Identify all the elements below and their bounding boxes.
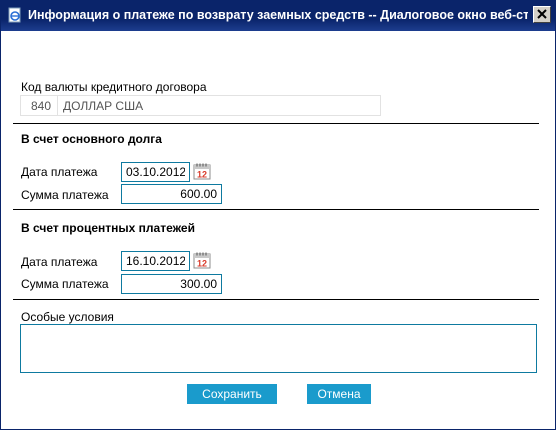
interest-amount-label: Сумма платежа (21, 277, 109, 291)
interest-date-input[interactable] (121, 251, 190, 271)
title-bar[interactable]: Информация о платеже по возврату заемных… (1, 1, 555, 31)
principal-calendar-button[interactable]: 12 (193, 162, 211, 180)
conditions-label: Особые условия (21, 310, 114, 324)
calendar-icon: 12 (193, 163, 211, 180)
cancel-button[interactable]: Отмена (307, 384, 371, 404)
interest-amount-input[interactable] (121, 274, 222, 294)
divider (13, 299, 539, 300)
divider (13, 123, 539, 124)
principal-date-label: Дата платежа (21, 165, 98, 179)
conditions-textarea[interactable] (20, 324, 537, 373)
interest-calendar-button[interactable]: 12 (193, 251, 211, 269)
close-button[interactable] (533, 6, 551, 23)
currency-separator (57, 96, 58, 115)
divider (13, 209, 539, 210)
principal-amount-label: Сумма платежа (21, 188, 109, 202)
dialog-content: Код валюты кредитного договора 840 ДОЛЛА… (1, 31, 555, 429)
calendar-day: 12 (197, 259, 207, 269)
save-button[interactable]: Сохранить (187, 384, 277, 404)
interest-heading: В счет процентных платежей (21, 221, 195, 235)
dialog-window: Информация о платеже по возврату заемных… (0, 0, 556, 430)
calendar-icon: 12 (193, 252, 211, 269)
principal-amount-input[interactable] (121, 184, 222, 204)
currency-label: Код валюты кредитного договора (21, 80, 207, 94)
currency-name: ДОЛЛАР США (63, 99, 144, 113)
interest-date-label: Дата платежа (21, 255, 98, 269)
currency-code: 840 (31, 99, 52, 113)
currency-field: 840 ДОЛЛАР США (20, 95, 381, 116)
ie-page-icon (7, 7, 23, 23)
principal-heading: В счет основного долга (21, 132, 162, 146)
calendar-day: 12 (197, 170, 207, 180)
principal-date-input[interactable] (121, 162, 190, 182)
window-title: Информация о платеже по возврату заемных… (28, 8, 528, 22)
close-icon (537, 9, 547, 19)
